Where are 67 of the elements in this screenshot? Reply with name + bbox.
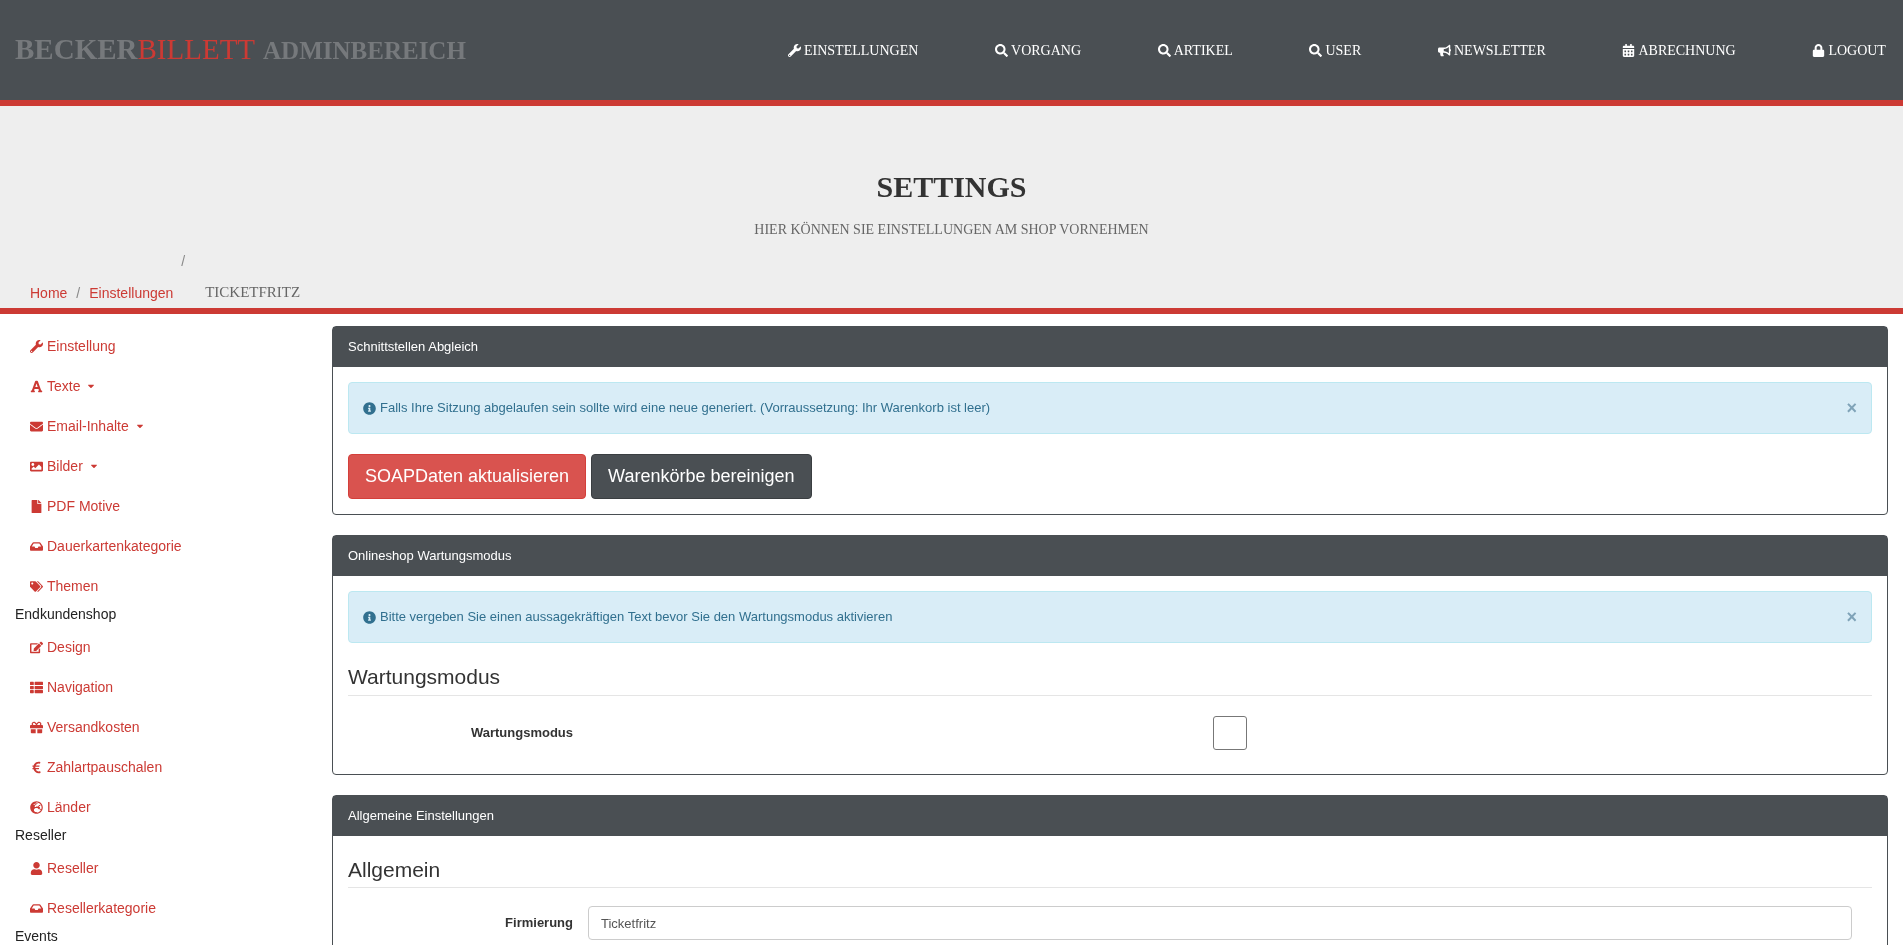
envelope-icon [30,419,43,433]
sidebar-link[interactable]: Resellerkategorie [15,888,332,928]
tray-icon [30,539,43,553]
wrench-icon [30,339,43,353]
sidebar-link[interactable]: Texte [15,366,332,406]
nav-link[interactable]: LOGOUT [1812,39,1886,61]
nav-link[interactable]: ARTIKEL [1157,39,1233,61]
sidebar-link[interactable]: Navigation [15,667,332,707]
breadcrumb-current: TICKETFRITZ [205,283,301,302]
sidebar-link[interactable]: Länder [15,787,332,827]
field-label: Wartungsmodus [469,723,574,742]
nav-link[interactable]: VORGANG [995,39,1081,61]
list-icon [30,680,43,694]
sidebar-link[interactable]: Themen [15,566,332,606]
euro-icon [30,760,43,774]
sidebar-link[interactable]: Dauerkartenkategorie [15,526,332,566]
megaphone-icon [1437,43,1451,57]
nav-link[interactable]: EINSTELLUNGEN [788,39,919,61]
tray-icon [30,901,43,915]
file-icon [30,499,43,513]
user-icon [30,861,43,875]
sidebar-link[interactable]: Zahlartpauschalen [15,747,332,787]
action-button[interactable]: SOAPDaten aktualisieren [348,454,587,499]
panel-heading: Onlineshop Wartungsmodus [333,536,1887,576]
panel-heading: Schnittstellen Abgleich [333,327,1887,367]
edit-icon [30,640,43,654]
info-icon [363,401,376,415]
tags-icon [30,579,43,593]
wrench-icon [788,43,801,57]
sidebar-link[interactable]: Versandkosten [15,707,332,747]
section-heading: Wartungsmodus [348,665,501,688]
sidebar-link[interactable]: Design [15,627,332,667]
page-subtitle: HIER KÖNNEN SIE EINSTELLUNGEN AM SHOP VORNEHMEN [754,221,1149,239]
field-label: Firmierung [504,914,574,933]
search-icon [995,43,1008,57]
info-icon [363,610,376,624]
checkbox[interactable] [1213,715,1247,750]
sidebar-link[interactable]: Bilder [15,446,332,486]
gift-icon [30,720,43,734]
sidebar-link[interactable]: Reseller [15,848,332,888]
lock-icon [1812,43,1826,57]
action-button[interactable]: Warenkörbe bereinigen [591,454,812,499]
nav-link[interactable]: NEWSLETTER [1437,39,1546,61]
nav-link[interactable]: ABRECHNUNG [1622,39,1736,61]
input-field[interactable]: Ticketfritz [588,906,1852,940]
sidebar-heading: Events [15,927,59,945]
breadcrumb-link[interactable]: Einstellungen [89,282,174,304]
search-icon [1157,43,1171,57]
sidebar-heading: Endkundenshop [15,605,118,624]
breadcrumb-separator: / [76,283,81,303]
section-heading: Allgemein [348,857,441,881]
sidebar-link[interactable]: Email-Inhalte [15,406,332,446]
page-title: SETTINGS [876,169,1027,205]
alert-text: Falls Ihre Sitzung abgelaufen sein sollte wird eine neue generiert. (Vorraussetzung: Ihr Warenkorb ist leer) [380,399,992,418]
nav-link[interactable]: USER [1309,39,1362,61]
globe-icon [30,800,43,814]
alert-text: Bitte vergeben Sie einen aussagekräftigen Text bevor Sie den Wartungsmodus aktivieren [380,608,894,627]
sidebar-link[interactable]: Einstellung [15,326,332,366]
sidebar-link[interactable]: PDF Motive [15,486,332,526]
calendar-icon [1622,43,1636,57]
breadcrumb-link[interactable]: Home [30,282,68,304]
breadcrumb-separator: / [181,252,186,271]
search-icon [1309,43,1323,57]
font-icon [30,379,43,393]
panel-heading: Allgemeine Einstellungen [333,795,1887,836]
sidebar-heading: Reseller [15,826,68,845]
image-icon [30,459,43,473]
